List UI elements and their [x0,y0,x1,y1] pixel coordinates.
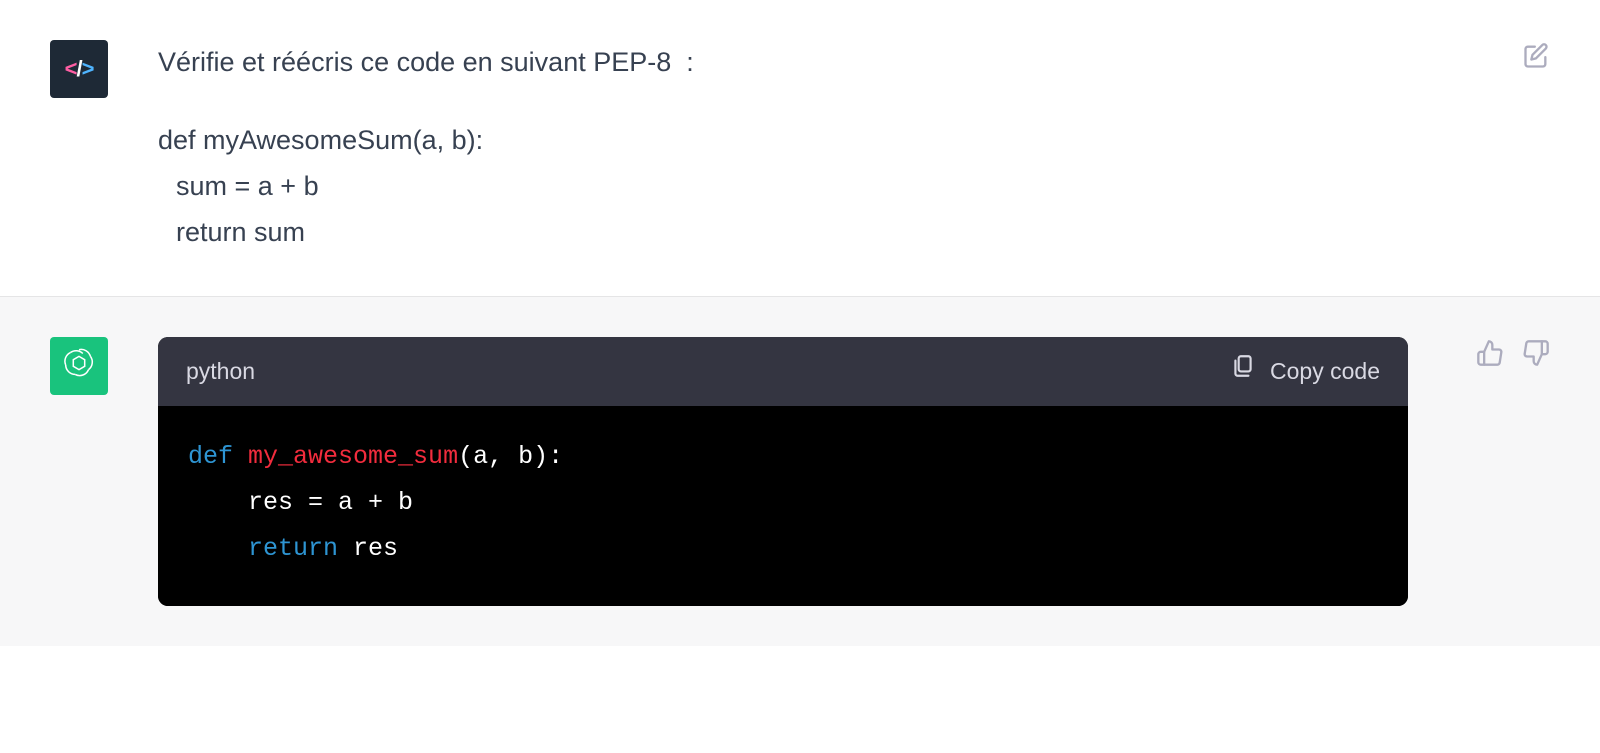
code-block-body: def my_awesome_sum(a, b): res = a + b re… [158,406,1408,607]
thumbs-down-icon[interactable] [1522,339,1550,367]
copy-code-button[interactable]: Copy code [1230,352,1380,391]
assistant-avatar [50,337,108,395]
assistant-message-actions [1460,337,1550,607]
clipboard-icon [1230,352,1256,391]
user-prompt-heading: Vérifie et réécris ce code en suivant PE… [158,40,1410,86]
code-language-label: python [186,352,255,391]
code-brackets-icon: </> [65,56,94,82]
user-code-line-2: sum = a + b [158,164,1410,210]
code-block-header: python Copy code [158,337,1408,406]
edit-icon[interactable] [1522,42,1550,70]
code-line-1: def my_awesome_sum(a, b): [188,434,1378,480]
user-code-line-3: return sum [158,210,1410,256]
user-message-content: Vérifie et réécris ce code en suivant PE… [158,40,1410,256]
user-avatar: </> [50,40,108,98]
openai-logo-icon [60,344,98,387]
code-block: python Copy code def my_awesome_sum(a, b… [158,337,1408,607]
user-message-row: </> Vérifie et réécris ce code en suivan… [0,0,1600,296]
copy-code-label: Copy code [1270,352,1380,391]
user-message-actions [1460,40,1550,256]
assistant-message-content: python Copy code def my_awesome_sum(a, b… [158,337,1410,607]
thumbs-up-icon[interactable] [1476,339,1504,367]
user-code-line-1: def myAwesomeSum(a, b): [158,118,1410,164]
code-line-3: return res [188,526,1378,572]
code-line-2: res = a + b [188,480,1378,526]
assistant-message-row: python Copy code def my_awesome_sum(a, b… [0,296,1600,647]
